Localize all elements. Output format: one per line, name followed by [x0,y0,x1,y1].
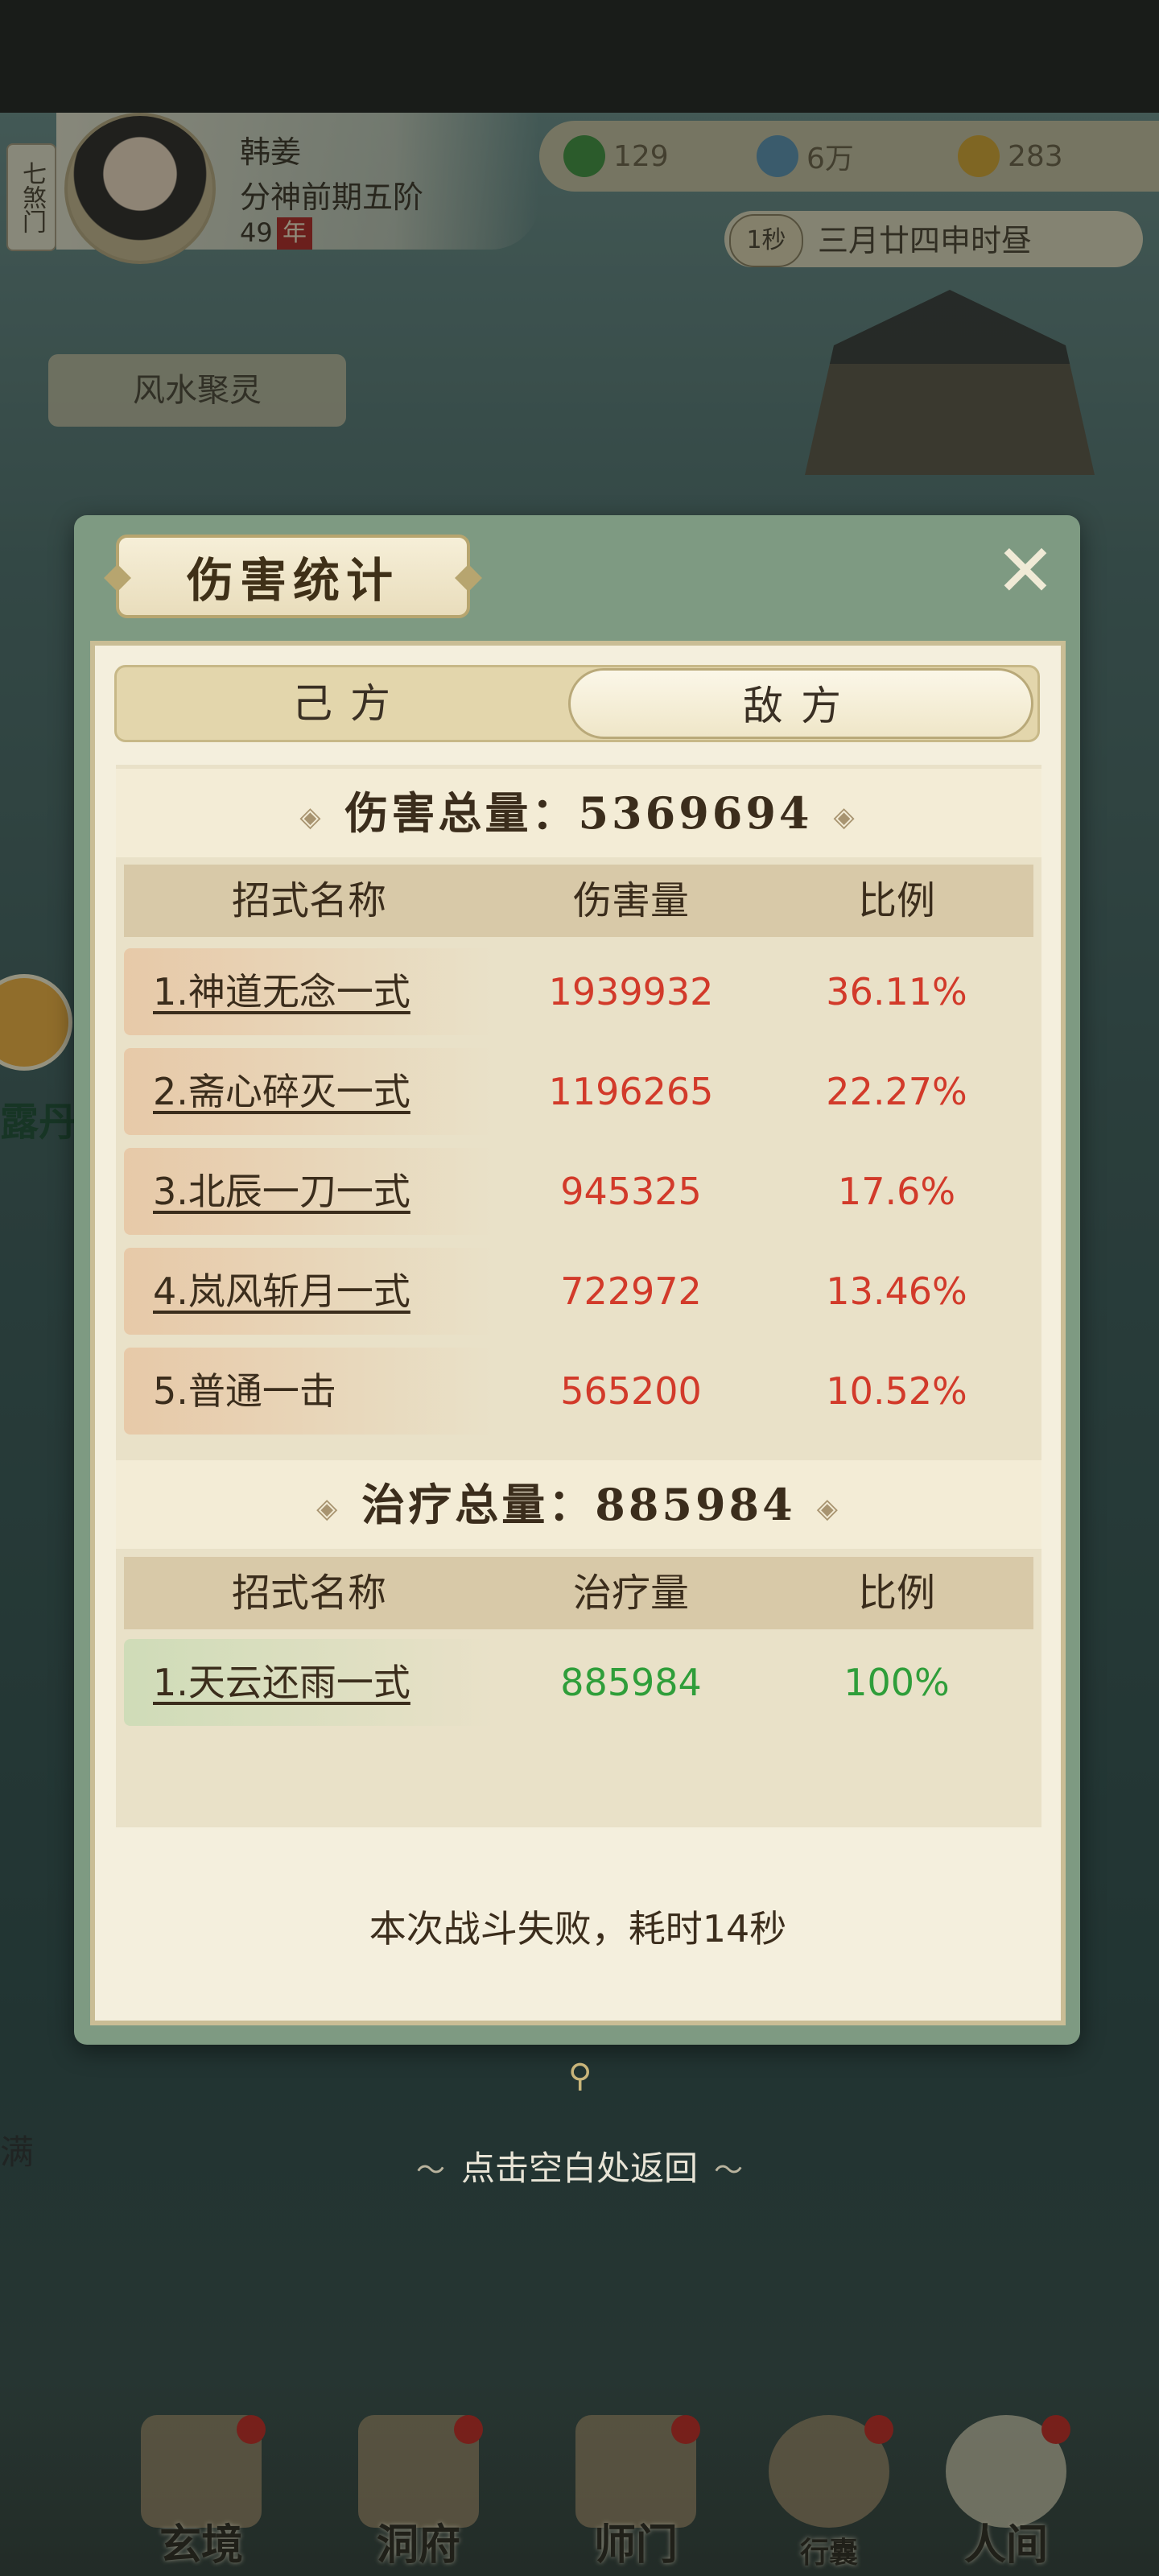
damage-row[interactable]: 5.普通一击 565200 10.52% [124,1348,1033,1435]
col-skill-name: 招式名称 [231,1571,386,1616]
damage-row[interactable]: 4.岚风斩月一式 722972 13.46% [124,1248,1033,1335]
skill-name[interactable]: 4.岚风斩月一式 [153,1248,410,1335]
close-icon: ✕ [995,529,1056,613]
tab-ally[interactable]: 己方 [121,668,580,739]
return-hint-text: 点击空白处返回 [460,2149,698,2188]
damage-total-label: 伤害总量： [344,787,579,839]
col-skill-name: 招式名称 [231,878,386,923]
cloud-left-icon: 〜 [415,2154,445,2187]
panel-pin-icon: ⚲ [568,2058,592,2095]
panel-title: 伤害统计 [104,535,482,618]
heal-ratio: 100% [843,1661,950,1704]
diamond-icon: ◈ [316,1492,341,1525]
damage-ratio: 36.11% [826,970,967,1013]
diamond-icon: ◈ [833,800,858,833]
col-damage-amount: 伤害量 [572,878,689,923]
damage-table-header: 招式名称 伤害量 比例 [124,865,1033,937]
heal-amount: 885984 [560,1661,702,1704]
damage-amount: 565200 [560,1369,702,1413]
damage-amount: 945325 [560,1170,702,1213]
skill-name[interactable]: 3.北辰一刀一式 [153,1148,410,1235]
skill-name[interactable]: 1.神道无念一式 [153,948,410,1035]
tab-enemy[interactable]: 敌方 [568,668,1033,739]
damage-amount: 1196265 [548,1070,714,1113]
healing-total-header: ◈ 治疗总量：885984 ◈ [116,1460,1041,1549]
damage-ratio: 13.46% [826,1269,967,1313]
skill-name: 5.普通一击 [153,1369,336,1413]
healing-total-label: 治疗总量： [361,1479,596,1530]
panel-title-text: 伤害统计 [186,553,399,608]
diamond-icon: ◈ [816,1492,841,1525]
healing-row[interactable]: 1.天云还雨一式 885984 100% [124,1639,1033,1726]
damage-row[interactable]: 2.斋心碎灭一式 1196265 22.27% [124,1048,1033,1135]
return-hint[interactable]: 〜点击空白处返回〜 [0,2141,1159,2190]
healing-table-header: 招式名称 治疗量 比例 [124,1557,1033,1629]
skill-name[interactable]: 2.斋心碎灭一式 [153,1048,410,1135]
damage-row[interactable]: 1.神道无念一式 1939932 36.11% [124,948,1033,1035]
damage-amount: 1939932 [548,970,714,1013]
col-ratio: 比例 [857,1571,935,1616]
battle-result-message: 本次战斗失败，耗时14秒 [369,1907,787,1951]
close-button[interactable]: ✕ [987,533,1064,610]
col-ratio: 比例 [857,878,935,923]
damage-total-value: 5369694 [578,787,813,839]
col-heal-amount: 治疗量 [572,1571,689,1616]
damage-amount: 722972 [560,1269,702,1313]
damage-total-header: ◈ 伤害总量：5369694 ◈ [116,769,1041,857]
damage-ratio: 17.6% [837,1170,956,1213]
damage-ratio: 22.27% [826,1070,967,1113]
healing-total-value: 885984 [595,1479,796,1530]
diamond-icon: ◈ [299,800,324,833]
cloud-right-icon: 〜 [714,2154,744,2187]
damage-ratio: 10.52% [826,1369,967,1413]
damage-row[interactable]: 3.北辰一刀一式 945325 17.6% [124,1148,1033,1235]
skill-name[interactable]: 1.天云还雨一式 [153,1639,410,1726]
